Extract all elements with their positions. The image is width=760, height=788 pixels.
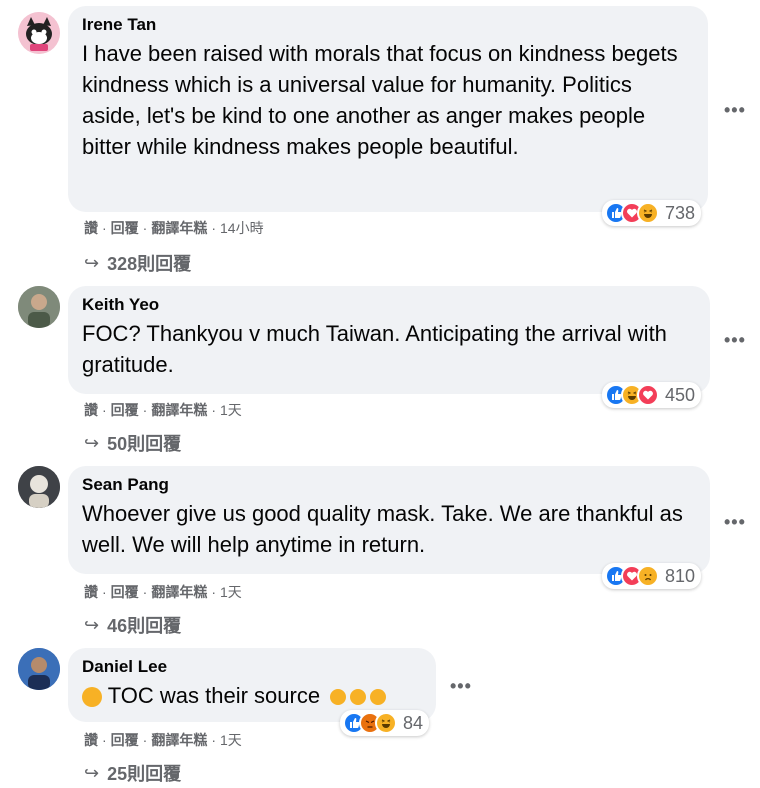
laughing-emoji-icon [370,689,387,706]
separator: · [102,584,107,600]
comment-author[interactable]: Keith Yeo [82,294,696,316]
avatar[interactable] [18,12,60,54]
reaction-summary[interactable]: 810 [602,563,702,589]
like-link[interactable]: 讚 [84,582,98,602]
separator: · [102,402,107,418]
haha-icon [375,712,397,734]
timestamp[interactable]: 1天 [220,400,242,420]
view-replies[interactable]: ↪ 328則回覆 [84,250,191,276]
comment-author[interactable]: Irene Tan [82,14,694,36]
replies-label: 46則回覆 [107,616,182,636]
separator: · [211,402,217,418]
reply-link[interactable]: 回覆 [111,400,139,420]
comment-actions: 讚 · 回覆 · 翻譯年糕 · 1天 [84,582,242,602]
replies-label: 50則回覆 [107,434,182,454]
comment-text: Whoever give us good quality mask. Take.… [82,501,683,557]
comment-bubble: Keith Yeo FOC? Thankyou v much Taiwan. A… [68,286,710,394]
replies-label: 328則回覆 [107,254,192,274]
separator: · [211,584,217,600]
reaction-count: 738 [665,202,696,223]
more-options-icon[interactable]: ••• [724,100,746,121]
view-replies[interactable]: ↪ 46則回覆 [84,612,181,638]
comment-actions: 讚 · 回覆 · 翻譯年糕 · 14小時 [84,218,264,238]
reaction-summary[interactable]: 84 [340,710,430,736]
translate-link[interactable]: 翻譯年糕 [151,218,207,238]
laughing-emoji-icon [82,687,102,708]
replies-label: 25則回覆 [107,764,182,784]
comment-actions: 讚 · 回覆 · 翻譯年糕 · 1天 [84,730,242,750]
reaction-count: 84 [403,712,424,733]
reply-arrow-icon: ↪ [84,762,100,783]
reaction-count: 450 [665,384,696,405]
separator: · [142,220,148,236]
like-link[interactable]: 讚 [84,400,98,420]
translate-link[interactable]: 翻譯年糕 [151,730,207,750]
reaction-count: 810 [665,565,696,586]
separator: · [142,402,148,418]
like-link[interactable]: 讚 [84,730,98,750]
comment-bubble: Irene Tan I have been raised with morals… [68,6,708,212]
comment-text: FOC? Thankyou v much Taiwan. Anticipatin… [82,321,667,377]
avatar[interactable] [18,286,60,328]
separator: · [211,732,217,748]
avatar[interactable] [18,648,60,690]
translate-link[interactable]: 翻譯年糕 [151,582,207,602]
comment-text: I have been raised with morals that focu… [82,41,678,159]
comment-author[interactable]: Sean Pang [82,474,696,496]
timestamp[interactable]: 1天 [220,582,242,602]
separator: · [211,220,217,236]
reply-arrow-icon: ↪ [84,432,100,453]
like-link[interactable]: 讚 [84,218,98,238]
sad-icon [637,565,659,587]
comment-author[interactable]: Daniel Lee [82,656,422,678]
reply-link[interactable]: 回覆 [111,730,139,750]
timestamp[interactable]: 14小時 [220,218,264,238]
cat-avatar-icon [18,12,60,54]
separator: · [142,732,148,748]
reply-arrow-icon: ↪ [84,614,100,635]
timestamp[interactable]: 1天 [220,730,242,750]
reply-link[interactable]: 回覆 [111,218,139,238]
separator: · [142,584,148,600]
separator: · [102,220,107,236]
laughing-emoji-icon [330,689,347,706]
translate-link[interactable]: 翻譯年糕 [151,400,207,420]
reply-arrow-icon: ↪ [84,252,100,273]
more-options-icon[interactable]: ••• [724,512,746,533]
comment-actions: 讚 · 回覆 · 翻譯年糕 · 1天 [84,400,242,420]
reaction-summary[interactable]: 738 [602,200,702,226]
reply-link[interactable]: 回覆 [111,582,139,602]
love-icon [637,384,659,406]
view-replies[interactable]: ↪ 50則回覆 [84,430,181,456]
laughing-emoji-icon [350,689,367,706]
person-photo-icon [18,286,60,328]
more-options-icon[interactable]: ••• [450,676,472,697]
view-replies[interactable]: ↪ 25則回覆 [84,760,181,786]
person-photo-icon [18,648,60,690]
comment-bubble: Sean Pang Whoever give us good quality m… [68,466,710,574]
person-photo-icon [18,466,60,508]
avatar[interactable] [18,466,60,508]
comment-text-row: TOC was their source [82,680,422,711]
separator: · [102,732,107,748]
haha-icon [637,202,659,224]
more-options-icon[interactable]: ••• [724,330,746,351]
reaction-summary[interactable]: 450 [602,382,702,408]
comment-text: TOC was their source [107,683,321,708]
